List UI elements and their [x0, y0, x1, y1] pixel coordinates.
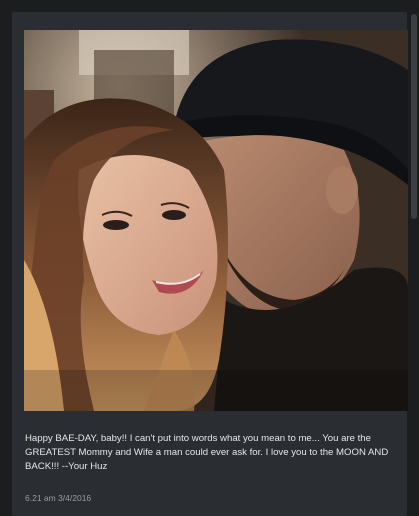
photo-illustration — [24, 30, 408, 411]
scrollbar-thumb[interactable] — [411, 14, 417, 219]
post-photo[interactable] — [24, 30, 408, 411]
post-timestamp: 6.21 am 3/4/2016 — [25, 493, 92, 503]
post-caption: Happy BAE-DAY, baby!! I can't put into w… — [25, 433, 389, 472]
